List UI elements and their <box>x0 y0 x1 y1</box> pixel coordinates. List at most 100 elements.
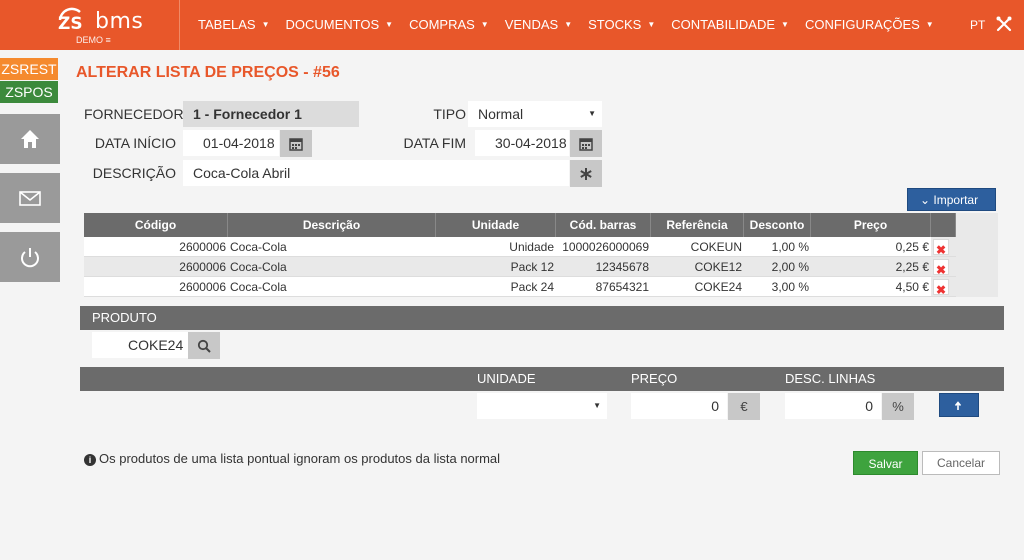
caret-down-icon: ▼ <box>781 20 789 29</box>
caret-down-icon: ▼ <box>647 20 656 29</box>
demo-label: DEMO ≡ <box>76 35 111 45</box>
home-button[interactable] <box>0 114 60 164</box>
zspos-link[interactable]: ZSPOS <box>0 81 58 103</box>
menu-contabilidade[interactable]: CONTABILIDADE ▼ <box>663 0 797 50</box>
col-desconto[interactable]: Desconto <box>744 213 811 237</box>
cell-descricao: Coca-Cola <box>230 280 287 294</box>
fornecedor-label: FORNECEDOR <box>84 106 184 122</box>
main-menu: TABELAS ▼ DOCUMENTOS ▼ COMPRAS ▼ VENDAS ▼ ST… <box>190 0 942 50</box>
cell-unidade: Pack 12 <box>510 260 554 274</box>
col-referencia[interactable]: Referência <box>651 213 744 237</box>
cell-desconto: 2,00 % <box>771 260 809 274</box>
menu-configuracoes[interactable]: CONFIGURAÇÕES ▼ <box>797 0 942 50</box>
caret-down-icon: ▼ <box>385 20 394 29</box>
cell-unidade: Unidade <box>509 240 554 254</box>
desc-linhas-input[interactable]: 0 <box>785 393 881 419</box>
delete-row-icon[interactable]: ✖ <box>933 279 949 295</box>
cell-desconto: 1,00 % <box>771 240 809 254</box>
cancel-button[interactable]: Cancelar <box>922 451 1000 475</box>
col-codigo[interactable]: Código <box>84 213 228 237</box>
produto-search-button[interactable] <box>188 332 220 359</box>
unidade-label: UNIDADE <box>477 371 536 386</box>
delete-row-icon[interactable]: ✖ <box>933 259 949 275</box>
level-up-icon <box>954 401 962 410</box>
tipo-select[interactable]: Normal ▼ <box>468 101 602 127</box>
table-header: Código Descrição Unidade Cód. barras Ref… <box>84 213 956 237</box>
tipo-label: TIPO <box>433 106 466 122</box>
cell-descricao: Coca-Cola <box>230 260 287 274</box>
data-inicio-calendar-button[interactable] <box>280 130 312 157</box>
tools-icon[interactable] <box>995 15 1013 33</box>
info-icon: i <box>84 454 96 466</box>
info-note: i Os produtos de uma lista pontual ignora… <box>84 451 500 466</box>
caret-down-icon: ▼ <box>925 20 934 29</box>
col-cod-barras[interactable]: Cód. barras <box>556 213 651 237</box>
app-logo[interactable]: ZS bms DEMO ≡ <box>0 0 180 50</box>
menu-documentos[interactable]: DOCUMENTOS ▼ <box>277 0 401 50</box>
cell-cod-barras: 1000026000069 <box>562 240 649 254</box>
cell-codigo: 2600006 <box>179 260 226 274</box>
price-table: Código Descrição Unidade Cód. barras Ref… <box>84 213 956 297</box>
add-line-button[interactable] <box>939 393 979 417</box>
fornecedor-field: 1 - Fornecedor 1 <box>183 101 359 127</box>
cell-codigo: 2600006 <box>179 240 226 254</box>
table-row[interactable]: 2600006 Coca-Cola Pack 24 87654321 COKE2… <box>84 277 956 297</box>
caret-down-icon: ▼ <box>593 401 601 410</box>
unidade-select[interactable]: ▼ <box>477 393 607 419</box>
menu-stocks[interactable]: STOCKS ▼ <box>580 0 663 50</box>
cell-preco: 0,25 € <box>895 240 929 254</box>
cell-unidade: Pack 24 <box>510 280 554 294</box>
data-inicio-input[interactable]: 01-04-2018 <box>183 130 279 156</box>
calendar-icon <box>579 137 593 151</box>
asterisk-icon <box>580 167 592 180</box>
menu-vendas[interactable]: VENDAS ▼ <box>497 0 580 50</box>
cell-desconto: 3,00 % <box>771 280 809 294</box>
top-navbar: ZS bms DEMO ≡ TABELAS ▼ DOCUMENTOS ▼ COMPR… <box>0 0 1024 50</box>
messages-button[interactable] <box>0 173 60 223</box>
table-row[interactable]: 2600006 Coca-Cola Pack 12 12345678 COKE1… <box>84 257 956 277</box>
data-fim-label: DATA FIM <box>403 135 466 151</box>
table-row[interactable]: 2600006 Coca-Cola Unidade 1000026000069 … <box>84 237 956 257</box>
cell-preco: 2,25 € <box>895 260 929 274</box>
produto-section-header: PRODUTO <box>80 306 1004 330</box>
produto-input[interactable]: COKE24 <box>92 332 188 358</box>
delete-row-icon[interactable]: ✖ <box>933 239 949 255</box>
logout-button[interactable] <box>0 232 60 282</box>
euro-addon: € <box>728 393 760 420</box>
calendar-icon <box>289 137 303 151</box>
cell-descricao: Coca-Cola <box>230 240 287 254</box>
sidebar: ZSREST ZSPOS <box>0 50 60 560</box>
col-descricao[interactable]: Descrição <box>228 213 436 237</box>
chevron-down-icon: ⌄ <box>920 193 931 207</box>
descricao-input[interactable]: Coca-Cola Abril <box>183 160 569 186</box>
descricao-asterisk-button[interactable] <box>570 160 602 187</box>
cell-cod-barras: 87654321 <box>595 280 649 294</box>
import-button[interactable]: ⌄ Importar <box>907 188 996 211</box>
zsrest-link[interactable]: ZSREST <box>0 58 58 80</box>
language-selector[interactable]: PT <box>970 0 985 50</box>
cell-referencia: COKEUN <box>690 240 742 254</box>
svg-text:ZS: ZS <box>58 14 83 34</box>
caret-down-icon: ▼ <box>564 20 573 29</box>
caret-down-icon: ▼ <box>480 20 489 29</box>
menu-tabelas[interactable]: TABELAS ▼ <box>190 0 277 50</box>
power-icon <box>21 248 39 268</box>
data-fim-calendar-button[interactable] <box>570 130 602 157</box>
col-preco[interactable]: Preço <box>811 213 931 237</box>
logo-icon: ZS <box>58 7 83 34</box>
col-unidade[interactable]: Unidade <box>436 213 556 237</box>
page-title: ALTERAR LISTA DE PREÇOS - #56 <box>76 64 340 81</box>
cell-codigo: 2600006 <box>179 280 226 294</box>
col-actions <box>931 213 956 237</box>
data-fim-input[interactable]: 30-04-2018 <box>475 130 569 156</box>
line-section-header: UNIDADE PREÇO DESC. LINHAS <box>80 367 1004 391</box>
cell-cod-barras: 12345678 <box>595 260 649 274</box>
home-icon <box>21 130 39 148</box>
save-button[interactable]: Salvar <box>853 451 918 475</box>
caret-down-icon: ▼ <box>588 109 596 118</box>
menu-compras[interactable]: COMPRAS ▼ <box>401 0 497 50</box>
preco-input[interactable]: 0 <box>631 393 727 419</box>
descricao-label: DESCRIÇÃO <box>92 165 176 181</box>
desc-linhas-label: DESC. LINHAS <box>785 371 876 386</box>
data-inicio-label: DATA INÍCIO <box>94 135 176 151</box>
